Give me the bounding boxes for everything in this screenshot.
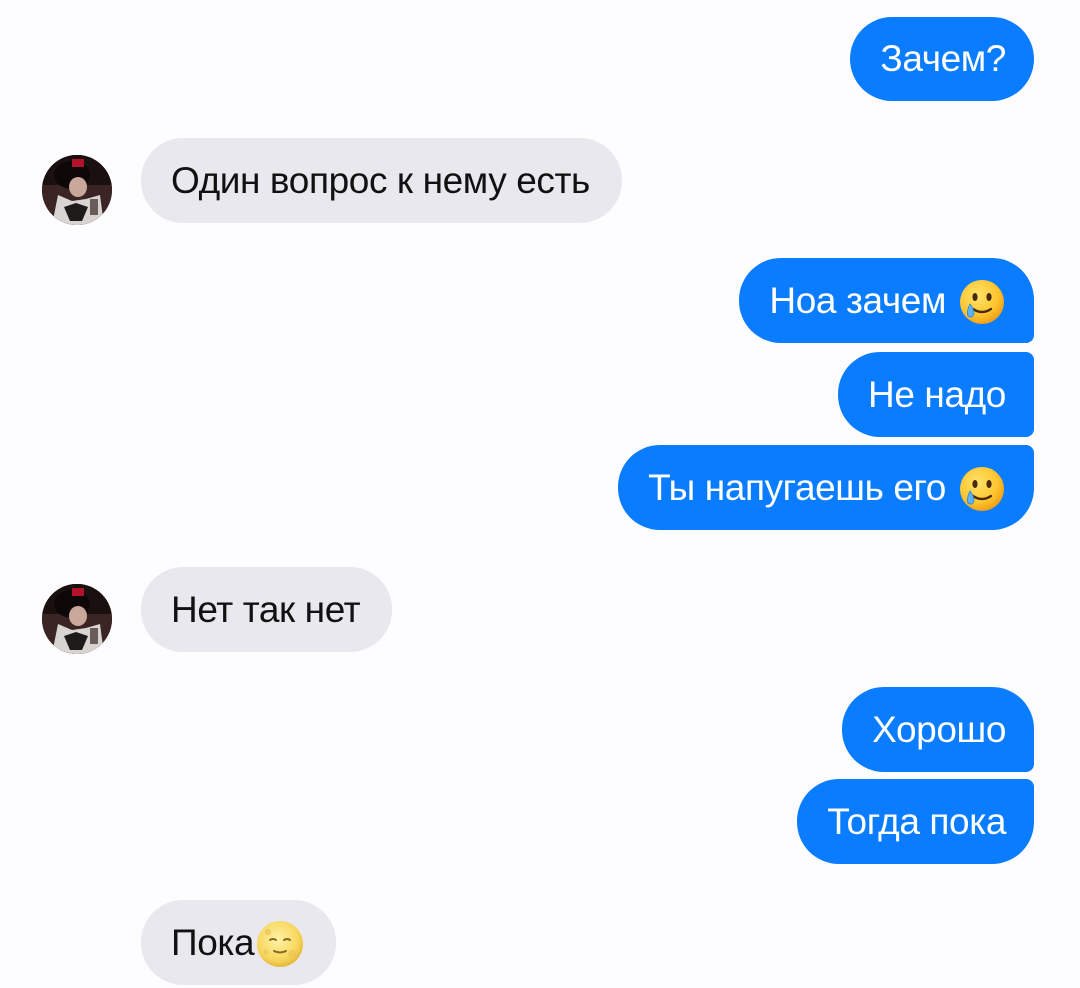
message-text: Ты напугаешь его xyxy=(648,466,946,508)
outgoing-message-bubble[interactable]: Хорошо xyxy=(842,687,1034,772)
message-text: Пока xyxy=(171,921,255,963)
contact-avatar[interactable] xyxy=(42,155,112,225)
full-moon-face-icon xyxy=(254,918,306,970)
message-text: Один вопрос к нему есть xyxy=(171,159,590,201)
outgoing-message-bubble[interactable]: Не надо xyxy=(838,352,1034,437)
message-text: Не надо xyxy=(868,373,1006,415)
incoming-message-bubble[interactable]: Один вопрос к нему есть xyxy=(141,138,622,223)
incoming-message-bubble[interactable]: Пока xyxy=(141,900,337,985)
message-text: Тогда пока xyxy=(827,800,1006,842)
incoming-message-bubble[interactable]: Нет так нет xyxy=(141,567,393,652)
outgoing-message-bubble[interactable]: Ноа зачем xyxy=(739,258,1034,343)
outgoing-message-bubble[interactable]: Тогда пока xyxy=(797,779,1034,864)
message-text: Ноа зачем xyxy=(769,279,946,321)
smiling-face-with-tear-icon xyxy=(958,278,1006,326)
message-text: Хорошо xyxy=(872,708,1006,750)
contact-avatar[interactable] xyxy=(42,584,112,654)
outgoing-message-bubble[interactable]: Ты напугаешь его xyxy=(618,445,1034,530)
message-text: Зачем? xyxy=(880,38,1006,79)
message-text: Нет так нет xyxy=(171,588,361,630)
outgoing-message-bubble[interactable]: Зачем? xyxy=(850,17,1034,101)
smiling-face-with-tear-icon xyxy=(958,465,1006,513)
